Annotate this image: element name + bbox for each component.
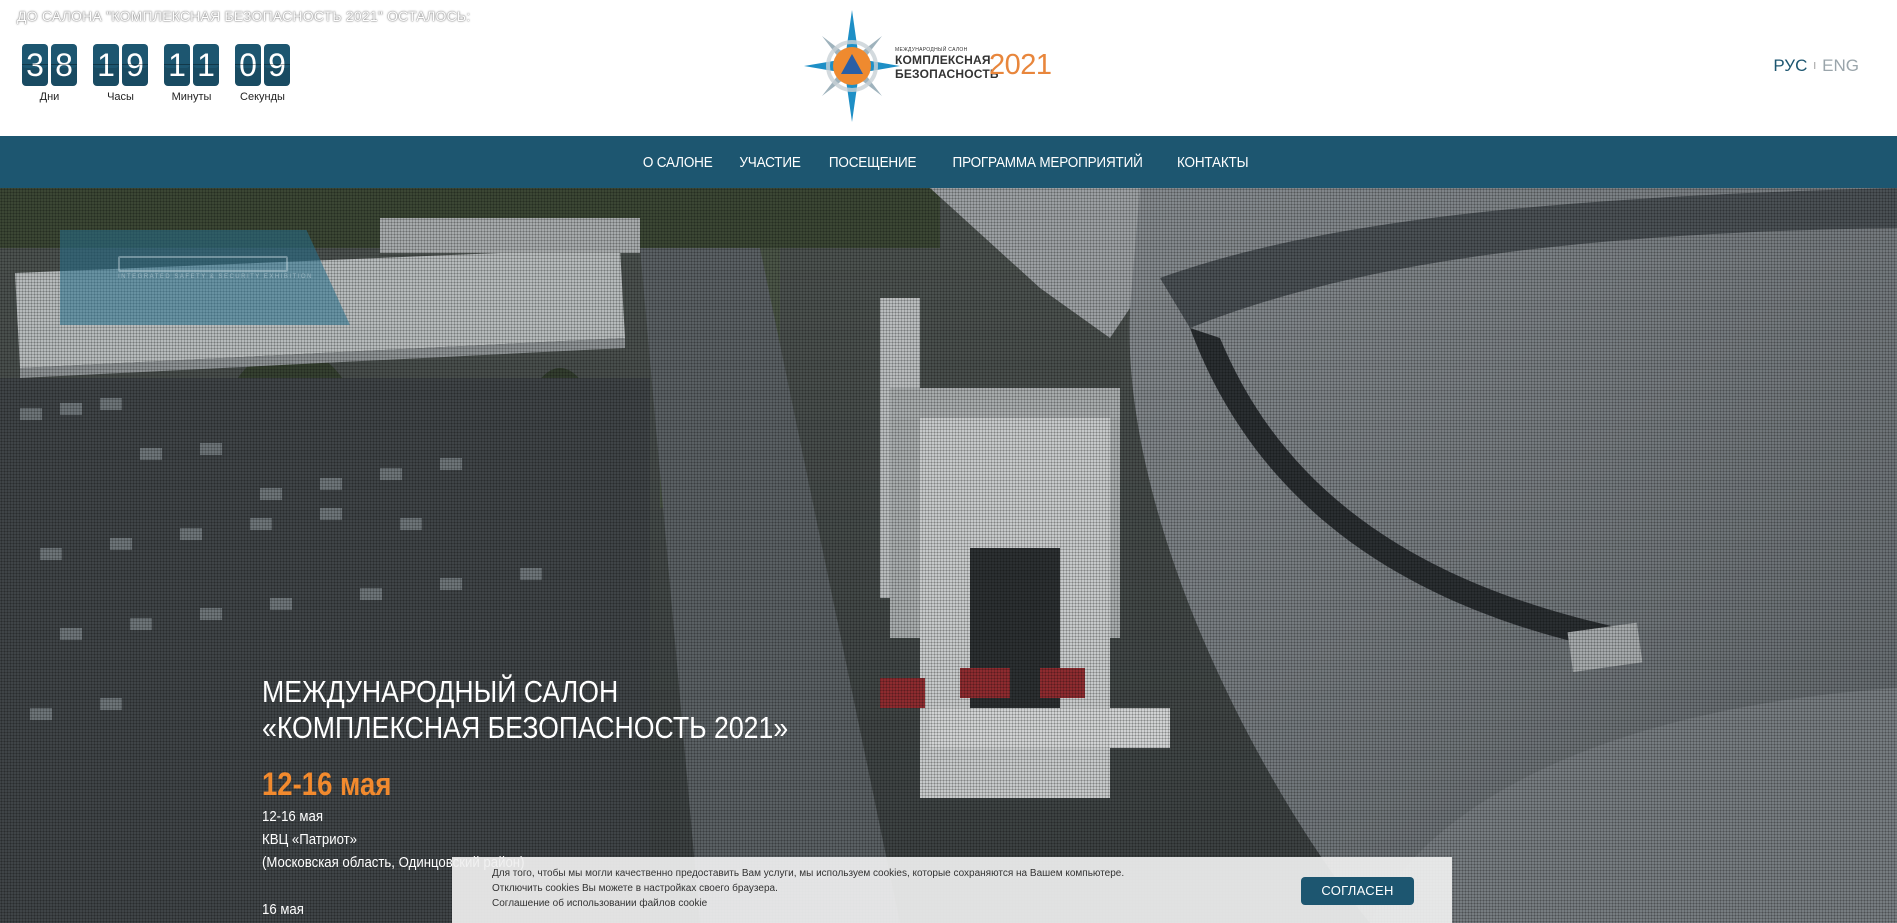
countdown-digit: 9 [122,44,148,86]
countdown-label: Секунды [240,91,285,103]
lang-en-link[interactable]: ENG [1822,56,1859,76]
main-nav: О САЛОНЕ УЧАСТИЕ ПОСЕЩЕНИЕ ПРОГРАММА МЕР… [0,136,1897,188]
countdown-digit: 1 [193,44,219,86]
hero-banner: INTEGRATED SAFETY & SECURITY EXHIBITION … [0,188,1897,923]
cookie-text: Для того, чтобы мы могли качественно пре… [492,868,1125,879]
nav-item-about[interactable]: О САЛОНЕ [643,154,713,171]
language-switcher: РУС I ENG [1773,56,1859,76]
countdown-digit: 8 [51,44,77,86]
logo-line-2: БЕЗОПАСНОСТЬ [895,67,999,81]
nav-item-participation[interactable]: УЧАСТИЕ [740,154,801,171]
site-header: ДО САЛОНА "КОМПЛЕКСНАЯ БЕЗОПАСНОСТЬ 2021… [0,0,1897,136]
cookie-text: Отключить cookies Вы можете в настройках… [492,883,778,894]
countdown-digit: 0 [235,44,261,86]
countdown-timer: 3 8 Дни 1 9 Часы 1 1 Минуты 0 9 Секунды [22,44,290,103]
nav-item-contacts[interactable]: КОНТАКТЫ [1177,154,1249,171]
hero-detail-dates: 12-16 мая [262,808,323,825]
countdown-seconds: 0 9 Секунды [235,44,290,103]
isse-logo-mark [118,256,288,272]
countdown-label: Часы [107,91,134,103]
countdown-days: 3 8 Дни [22,44,77,103]
cookie-policy-link[interactable]: Соглашение об использовании файлов cooki… [492,898,707,909]
hero-title-line-1: МЕЖДУНАРОДНЫЙ САЛОН [262,674,619,709]
hero-badge-text: INTEGRATED SAFETY & SECURITY EXHIBITION [118,274,313,280]
countdown-digit: 1 [164,44,190,86]
countdown-digit: 3 [22,44,48,86]
lang-ru-link[interactable]: РУС [1773,56,1807,76]
logo-line-1: КОМПЛЕКСНАЯ [895,53,991,67]
countdown-minutes: 1 1 Минуты [164,44,219,103]
cookie-banner: Для того, чтобы мы могли качественно пре… [452,857,1452,923]
countdown-label: Дни [39,91,60,103]
nav-item-visit[interactable]: ПОСЕЩЕНИЕ [829,154,917,171]
lang-separator: I [1813,60,1817,72]
countdown-title: ДО САЛОНА "КОМПЛЕКСНАЯ БЕЗОПАСНОСТЬ 2021… [17,8,471,24]
countdown-hours: 1 9 Часы [93,44,148,103]
countdown-digit: 1 [93,44,119,86]
nav-item-program[interactable]: ПРОГРАММА МЕРОПРИЯТИЙ [952,154,1142,171]
hero-detail-venue: КВЦ «Патриот» [262,831,358,848]
hero-title: МЕЖДУНАРОДНЫЙ САЛОН «КОМПЛЕКСНАЯ БЕЗОПАС… [262,674,788,746]
countdown-label: Минуты [171,91,212,103]
hero-detail-day: 16 мая [262,901,304,918]
logo-year: 2021 [989,49,1052,81]
countdown-digit: 9 [264,44,290,86]
hero-title-line-2: «КОМПЛЕКСНАЯ БЕЗОПАСНОСТЬ 2021» [262,710,789,745]
cookie-accept-button[interactable]: СОГЛАСЕН [1301,877,1414,905]
hero-dates: 12-16 мая [262,766,392,802]
